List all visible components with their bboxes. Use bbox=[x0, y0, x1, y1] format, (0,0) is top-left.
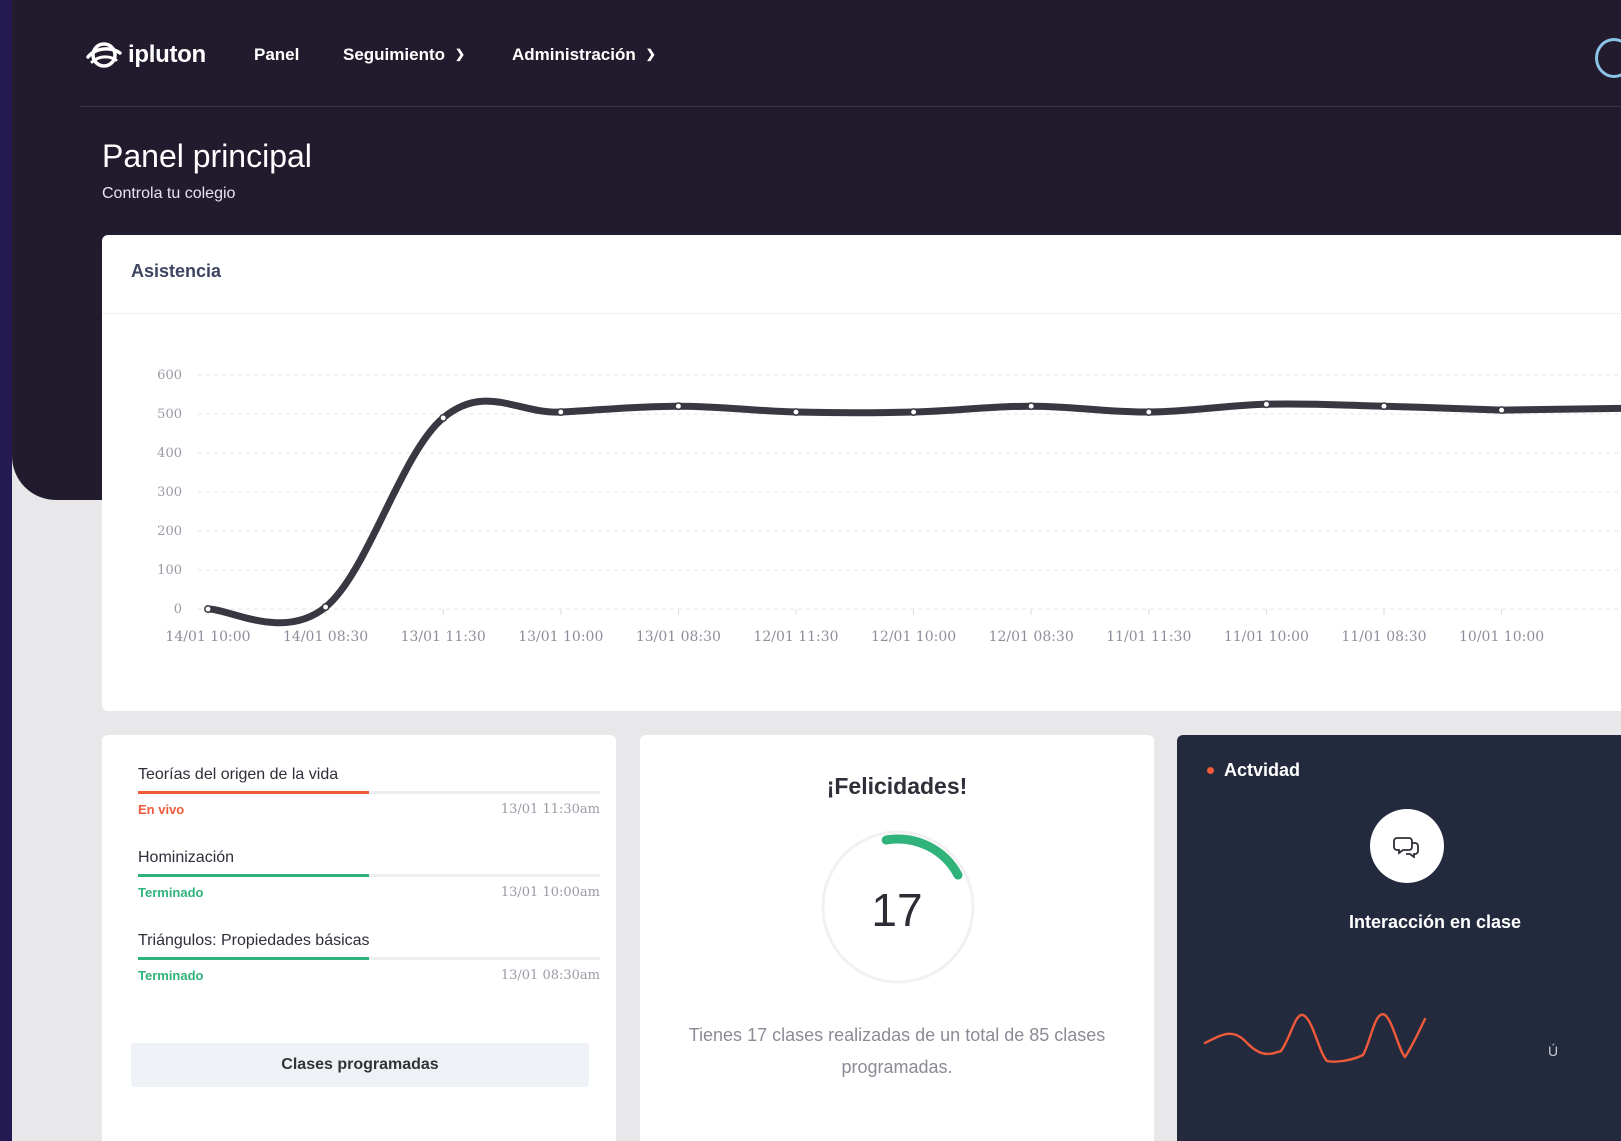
brand-logo[interactable]: ipluton bbox=[86, 38, 206, 72]
data-point bbox=[1380, 402, 1388, 411]
class-time: 13/01 10:00am bbox=[500, 885, 600, 900]
data-point bbox=[321, 603, 330, 611]
class-status: Terminado bbox=[138, 968, 204, 983]
data-point bbox=[792, 408, 800, 417]
data-point bbox=[439, 413, 448, 422]
congrats-title: ¡Felicidades! bbox=[826, 773, 968, 799]
data-point bbox=[204, 605, 212, 613]
y-tick-label: 300 bbox=[157, 485, 182, 500]
user-avatar[interactable] bbox=[1595, 38, 1621, 78]
chat-bubbles-icon[interactable] bbox=[1370, 809, 1444, 883]
class-title: Triángulos: Propiedades básicas bbox=[138, 932, 370, 949]
data-point bbox=[674, 402, 683, 411]
class-progress-fill bbox=[138, 791, 369, 794]
nav-item-label: Administración bbox=[512, 45, 636, 64]
class-status: Terminado bbox=[138, 885, 204, 900]
nav-item-administracion[interactable]: Administración ❯ bbox=[512, 45, 656, 65]
data-point bbox=[909, 408, 918, 417]
activity-title: Actvidad bbox=[1207, 760, 1300, 781]
activity-label: Interacción en clase bbox=[1348, 912, 1522, 932]
app-window: ipluton Panel Seguimiento ❯ Administraci… bbox=[12, 0, 1621, 1141]
class-item[interactable]: Hominización Terminado 13/01 10:00am bbox=[138, 849, 600, 900]
class-item[interactable]: Triángulos: Propiedades básicas Terminad… bbox=[138, 932, 600, 983]
nav-item-label: Seguimiento bbox=[343, 45, 446, 64]
activity-card: Actvidad Interacción en clase Ú bbox=[1177, 735, 1621, 1141]
x-tick-label: 11/01 10:00 bbox=[1224, 629, 1309, 645]
x-tick-label: 14/01 08:30 bbox=[283, 629, 368, 645]
scheduled-classes-button[interactable]: Clases programadas bbox=[131, 1043, 589, 1087]
data-point bbox=[1144, 408, 1153, 417]
nav-item-label: Panel bbox=[254, 45, 300, 64]
y-tick-label: 500 bbox=[157, 407, 182, 422]
activity-sparkline bbox=[1203, 1013, 1427, 1063]
class-progress-track bbox=[138, 957, 600, 960]
activity-title-text: Actvidad bbox=[1224, 760, 1301, 780]
brand-name: ipluton bbox=[128, 41, 206, 68]
class-progress-fill bbox=[138, 957, 369, 960]
x-tick-label: 13/01 11:30 bbox=[401, 629, 486, 645]
data-point bbox=[1027, 402, 1036, 411]
gauge-progress-arc bbox=[881, 834, 963, 880]
data-point bbox=[1497, 406, 1506, 415]
y-tick-label: 0 bbox=[174, 602, 182, 617]
gauge-value: 17 bbox=[871, 884, 923, 936]
class-time: 13/01 11:30am bbox=[500, 802, 600, 817]
x-tick-label: 12/01 11:30 bbox=[753, 629, 838, 645]
y-tick-label: 600 bbox=[157, 368, 182, 383]
classes-card: Teorías del origen de la vida En vivo 13… bbox=[102, 735, 616, 1141]
y-tick-label: 400 bbox=[157, 446, 182, 461]
page-title: Panel principal bbox=[102, 138, 312, 174]
attendance-card: Asistencia 0 100 200 300 400 500 600 14/01 10:0… bbox=[102, 235, 1621, 711]
y-tick-label: 200 bbox=[157, 524, 182, 539]
chevron-down-icon: ❯ bbox=[645, 47, 656, 61]
class-time: 13/01 08:30am bbox=[500, 968, 600, 983]
class-status: En vivo bbox=[138, 802, 185, 817]
class-progress-track bbox=[138, 874, 600, 877]
x-tick-label: 10/01 10:00 bbox=[1459, 629, 1544, 645]
congrats-text: Tienes 17 clases realizadas de un total … bbox=[688, 1025, 1106, 1077]
x-tick-label: 12/01 10:00 bbox=[871, 629, 956, 645]
y-tick-label: 100 bbox=[157, 563, 182, 578]
nav-item-panel[interactable]: Panel bbox=[254, 45, 299, 65]
pluto-logo-icon bbox=[86, 42, 122, 68]
x-tick-label: 11/01 11:30 bbox=[1106, 629, 1191, 645]
activity-dot-icon bbox=[1207, 767, 1214, 774]
x-tick-label: 13/01 08:30 bbox=[636, 629, 721, 645]
class-title: Teorías del origen de la vida bbox=[138, 766, 339, 783]
class-progress-track bbox=[138, 791, 600, 794]
sparkline-line bbox=[1203, 1013, 1427, 1063]
x-tick-label: 13/01 10:00 bbox=[518, 629, 603, 645]
page-subtitle: Controla tu colegio bbox=[102, 185, 236, 202]
class-title: Hominización bbox=[138, 849, 235, 866]
nav-item-seguimiento[interactable]: Seguimiento ❯ bbox=[343, 45, 465, 65]
congrats-card: ¡Felicidades! 17 Tienes 17 clases realiz… bbox=[640, 735, 1154, 1141]
x-tick-label: 14/01 10:00 bbox=[165, 629, 250, 645]
class-item[interactable]: Teorías del origen de la vida En vivo 13… bbox=[138, 766, 600, 817]
class-progress-fill bbox=[138, 874, 369, 877]
activity-edge-text: Ú bbox=[1548, 1043, 1559, 1059]
attendance-line-chart: 0 100 200 300 400 500 600 14/01 10:00 14/01 08:3… bbox=[157, 368, 1621, 645]
x-tick-label: 12/01 08:30 bbox=[989, 629, 1074, 645]
data-point bbox=[1262, 400, 1271, 409]
x-tick-label: 11/01 08:30 bbox=[1341, 629, 1426, 645]
top-navigation: ipluton Panel Seguimiento ❯ Administraci… bbox=[80, 0, 1621, 107]
chevron-down-icon: ❯ bbox=[455, 47, 466, 61]
data-point bbox=[556, 408, 565, 417]
series-line bbox=[204, 397, 1621, 627]
